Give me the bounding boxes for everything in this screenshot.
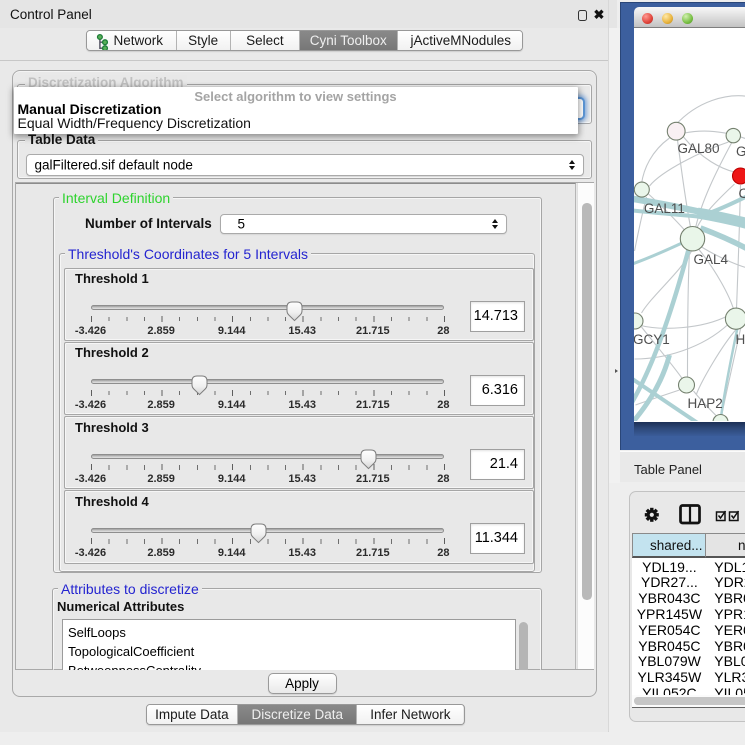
svg-text:GAL4: GAL4 xyxy=(693,252,728,267)
svg-text:GAL11: GAL11 xyxy=(643,201,684,216)
svg-text:C: C xyxy=(738,186,745,201)
svg-text:GCY1: GCY1 xyxy=(634,332,670,347)
svg-text:HI: HI xyxy=(735,332,745,347)
svg-text:GA: GA xyxy=(736,144,745,159)
svg-text:GAL80: GAL80 xyxy=(677,141,719,156)
svg-text:HAP2: HAP2 xyxy=(687,396,722,411)
